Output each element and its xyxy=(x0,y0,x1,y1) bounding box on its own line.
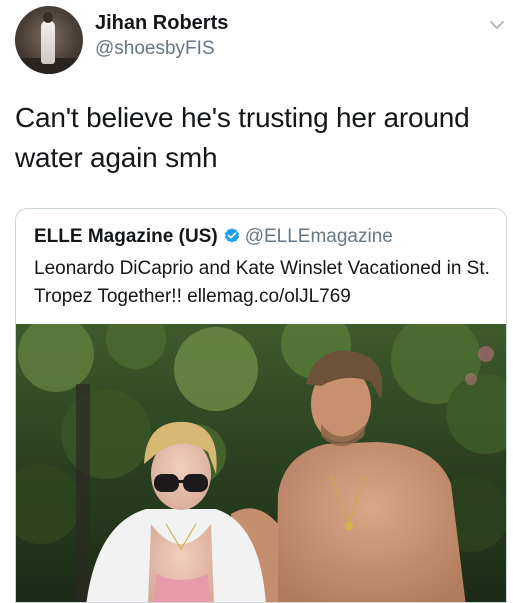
avatar-figure-head xyxy=(43,12,53,23)
chevron-down-icon[interactable] xyxy=(488,16,506,34)
author-display-name[interactable]: Jihan Roberts xyxy=(95,12,228,35)
tree-trunk xyxy=(76,384,90,602)
verified-badge-icon xyxy=(224,228,239,243)
tweet-text: Can't believe he's trusting her around w… xyxy=(15,102,470,173)
tweet-header: Jihan Roberts @shoesbyFIS xyxy=(0,0,513,80)
author-handle[interactable]: @shoesbyFIS xyxy=(95,38,215,60)
quoted-tweet-photo[interactable] xyxy=(16,324,507,603)
quoted-tweet-header: ELLE Magazine (US) @ELLEmagazine xyxy=(34,225,393,249)
quoted-author-handle: @ELLEmagazine xyxy=(244,226,393,247)
quoted-tweet-text: Leonardo DiCaprio and Kate Winslet Vacat… xyxy=(34,258,490,307)
author-avatar[interactable] xyxy=(15,6,83,74)
avatar-figure xyxy=(41,20,55,64)
quoted-author-name: ELLE Magazine (US) xyxy=(34,226,218,247)
quoted-tweet-card[interactable]: ELLE Magazine (US) @ELLEmagazine Leonard… xyxy=(15,208,507,603)
